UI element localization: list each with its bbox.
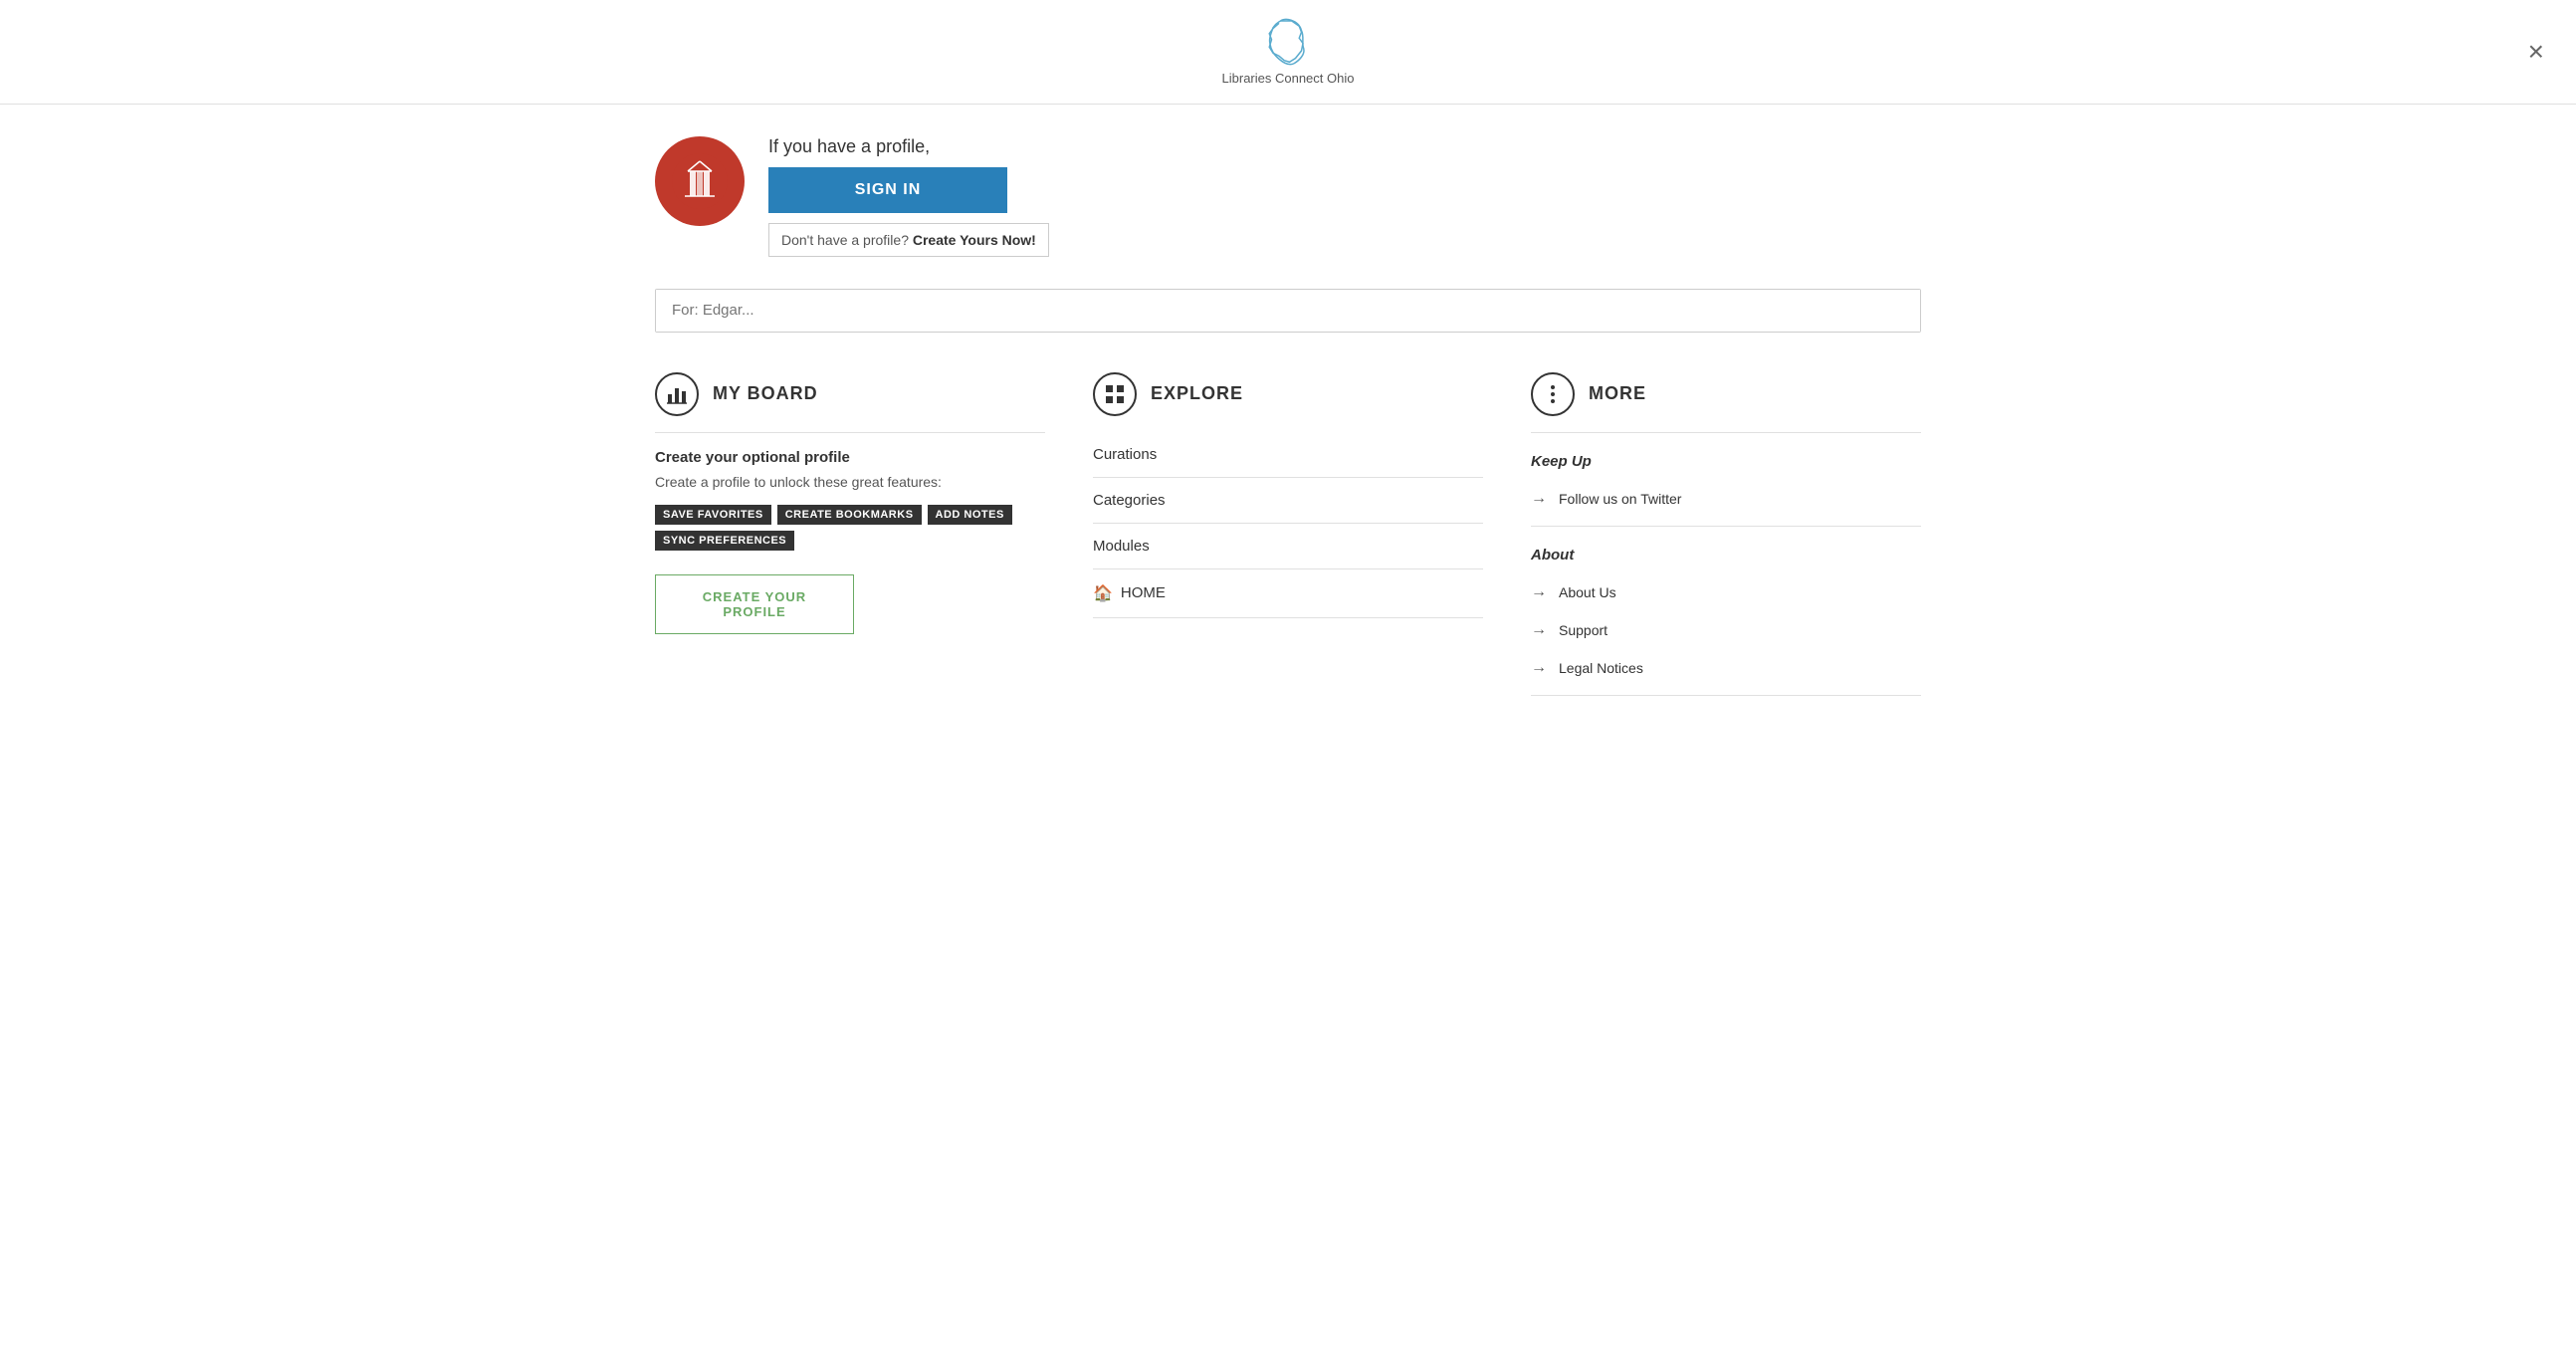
tag-save-favorites: SAVE FAVORITES — [655, 505, 771, 525]
nav-categories[interactable]: Categories — [1093, 478, 1483, 524]
tag-add-notes: ADD NOTES — [928, 505, 1012, 525]
logo-container: Libraries Connect Ohio — [1222, 16, 1355, 88]
search-bar — [655, 289, 1921, 333]
close-button[interactable]: × — [2528, 38, 2544, 66]
modal-overlay: Libraries Connect Ohio × — [0, 0, 2576, 1356]
app-name-text: Libraries Connect Ohio — [1222, 71, 1355, 88]
arrow-icon-support: → — [1531, 621, 1547, 639]
twitter-link[interactable]: → Follow us on Twitter — [1531, 480, 1921, 518]
search-input[interactable] — [656, 290, 1920, 332]
nav-modules[interactable]: Modules — [1093, 524, 1483, 569]
modules-label: Modules — [1093, 538, 1150, 555]
more-header: MORE — [1531, 372, 1921, 416]
arrow-icon-twitter: → — [1531, 490, 1547, 508]
my-board-subtitle: Create your optional profile — [655, 449, 1045, 466]
twitter-label: Follow us on Twitter — [1559, 491, 1681, 507]
modal-body: If you have a profile, SIGN IN Don't hav… — [591, 105, 1985, 736]
more-icon-svg — [1541, 382, 1565, 406]
more-title: MORE — [1589, 383, 1646, 404]
my-board-divider — [655, 432, 1045, 433]
legal-notices-link[interactable]: → Legal Notices — [1531, 649, 1921, 687]
explore-section: EXPLORE Curations Categories Modules 🏠 H… — [1093, 372, 1483, 704]
home-icon: 🏠 — [1093, 583, 1113, 603]
keep-up-label: Keep Up — [1531, 453, 1921, 470]
create-profile-button[interactable]: CREATE YOUR PROFILE — [655, 574, 854, 634]
top-section: If you have a profile, SIGN IN Don't hav… — [655, 136, 1921, 257]
more-divider-bottom — [1531, 695, 1921, 696]
board-icon-svg — [665, 382, 689, 406]
about-us-label: About Us — [1559, 584, 1616, 600]
my-board-title: MY BOARD — [713, 383, 818, 404]
arrow-icon-legal: → — [1531, 659, 1547, 677]
about-label: About — [1531, 547, 1921, 564]
logo-icon — [1258, 16, 1318, 71]
curations-label: Curations — [1093, 446, 1157, 463]
explore-icon-svg — [1103, 382, 1127, 406]
sign-in-button[interactable]: SIGN IN — [768, 167, 1007, 213]
nav-home[interactable]: 🏠 HOME — [1093, 569, 1483, 618]
sections-row: MY BOARD Create your optional profile Cr… — [655, 372, 1921, 704]
my-board-desc: Create a profile to unlock these great f… — [655, 472, 1045, 493]
brand-logo-circle — [655, 136, 745, 226]
home-label: HOME — [1121, 584, 1166, 601]
support-link[interactable]: → Support — [1531, 611, 1921, 649]
tag-create-bookmarks: CREATE BOOKMARKS — [777, 505, 922, 525]
categories-label: Categories — [1093, 492, 1166, 509]
no-profile-text: Don't have a profile? — [781, 232, 909, 248]
arrow-icon-about: → — [1531, 583, 1547, 601]
explore-icon — [1093, 372, 1137, 416]
modal-header: Libraries Connect Ohio × — [0, 0, 2576, 105]
about-us-link[interactable]: → About Us — [1531, 573, 1921, 611]
create-yours-link[interactable]: Create Yours Now! — [913, 232, 1036, 248]
more-divider-mid — [1531, 526, 1921, 527]
no-profile-prompt: Don't have a profile? Create Yours Now! — [768, 223, 1049, 257]
more-section: MORE Keep Up → Follow us on Twitter Abou… — [1531, 372, 1921, 704]
explore-header: EXPLORE — [1093, 372, 1483, 416]
if-profile-text: If you have a profile, — [768, 136, 1049, 157]
more-divider-top — [1531, 432, 1921, 433]
legal-notices-label: Legal Notices — [1559, 660, 1643, 676]
tags-row: SAVE FAVORITES CREATE BOOKMARKS ADD NOTE… — [655, 505, 1045, 551]
my-board-section: MY BOARD Create your optional profile Cr… — [655, 372, 1045, 704]
nav-curations[interactable]: Curations — [1093, 432, 1483, 478]
more-icon — [1531, 372, 1575, 416]
explore-title: EXPLORE — [1151, 383, 1243, 404]
brand-icon — [670, 151, 730, 211]
support-label: Support — [1559, 622, 1608, 638]
my-board-header: MY BOARD — [655, 372, 1045, 416]
sign-in-area: If you have a profile, SIGN IN Don't hav… — [768, 136, 1049, 257]
my-board-icon — [655, 372, 699, 416]
tag-sync-preferences: SYNC PREFERENCES — [655, 531, 794, 551]
